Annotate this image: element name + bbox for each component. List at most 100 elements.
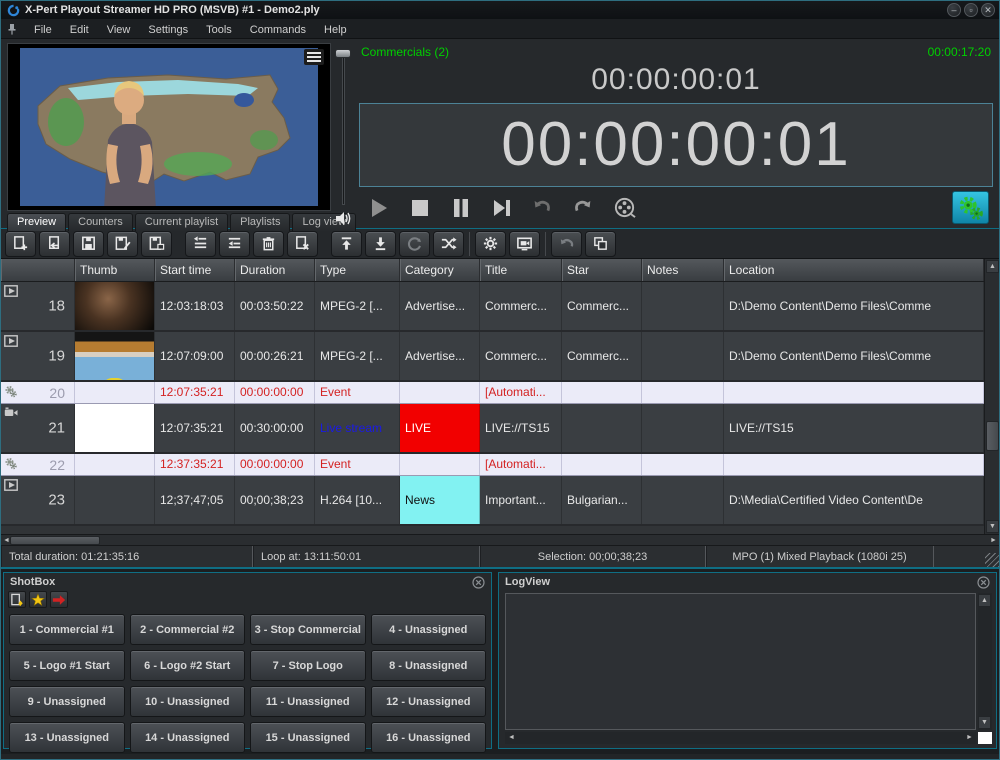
col-title[interactable]: Title [480, 259, 562, 281]
remove-item-button[interactable] [287, 231, 318, 257]
save-playlist-copy-button[interactable] [141, 231, 172, 257]
resize-grip[interactable] [985, 553, 999, 567]
log-scroll-right-icon[interactable]: ► [965, 733, 974, 742]
star-icon[interactable] [29, 591, 47, 608]
col-thumb[interactable]: Thumb [75, 259, 155, 281]
log-output[interactable] [505, 593, 976, 730]
loop-button[interactable] [399, 231, 430, 257]
tab-playlists[interactable]: Playlists [230, 213, 290, 231]
volume-slider-track[interactable] [342, 55, 345, 205]
log-scroll-left-icon[interactable]: ◄ [507, 733, 516, 742]
playlist-row[interactable]: 1812:03:18:0300:03:50:22MPEG-2 [...Adver… [1, 282, 984, 332]
menu-item-settings[interactable]: Settings [139, 22, 197, 38]
menu-item-help[interactable]: Help [315, 22, 356, 38]
new-playlist-button[interactable] [5, 231, 36, 257]
logview-close-icon[interactable] [977, 576, 990, 589]
shotbox-button-5[interactable]: 5 - Logo #1 Start [9, 650, 125, 681]
col-category[interactable]: Category [400, 259, 480, 281]
close-button[interactable]: ✕ [981, 3, 995, 17]
shotbox-button-11[interactable]: 11 - Unassigned [250, 686, 366, 717]
open-playlist-button[interactable] [39, 231, 70, 257]
insert-top-button[interactable] [185, 231, 216, 257]
shotbox-button-16[interactable]: 16 - Unassigned [371, 722, 487, 753]
shotbox-button-1[interactable]: 1 - Commercial #1 [9, 614, 125, 645]
undo-button[interactable] [551, 231, 582, 257]
move-down-button[interactable] [365, 231, 396, 257]
horizontal-scrollbar[interactable]: ◄ ► [1, 534, 999, 546]
save-playlist-as-button[interactable] [107, 231, 138, 257]
col-notes[interactable]: Notes [642, 259, 724, 281]
redo-icon[interactable] [572, 196, 596, 220]
playlist-row[interactable]: 1912:07:09:0000:00:26:21MPEG-2 [...Adver… [1, 332, 984, 382]
scroll-up-icon[interactable]: ▲ [986, 260, 999, 273]
tab-counters[interactable]: Counters [68, 213, 133, 231]
speaker-icon[interactable] [335, 211, 352, 226]
cell-duration: 00:00:00:00 [235, 382, 315, 403]
shotbox-button-7[interactable]: 7 - Stop Logo [250, 650, 366, 681]
minimize-button[interactable]: – [947, 3, 961, 17]
col-type[interactable]: Type [315, 259, 400, 281]
playlist-row[interactable]: 2212:37:35:2100:00:00:00Event[Automati..… [1, 454, 984, 476]
tab-current-playlist[interactable]: Current playlist [135, 213, 228, 231]
shotbox-button-8[interactable]: 8 - Unassigned [371, 650, 487, 681]
shotbox-button-14[interactable]: 14 - Unassigned [130, 722, 246, 753]
col-star[interactable]: Star [562, 259, 642, 281]
stop-icon[interactable] [408, 196, 432, 220]
skip-next-icon[interactable] [490, 196, 514, 220]
col-rowicon[interactable] [1, 259, 75, 281]
vertical-scroll-thumb[interactable] [986, 421, 999, 451]
arrow-icon[interactable] [50, 591, 68, 608]
cell-start-time: 12:07:35:21 [155, 382, 235, 403]
menu-item-view[interactable]: View [98, 22, 140, 38]
scroll-down-icon[interactable]: ▼ [986, 520, 999, 533]
shuffle-button[interactable] [433, 231, 464, 257]
assign-icon[interactable] [8, 591, 26, 608]
shotbox-button-2[interactable]: 2 - Commercial #2 [130, 614, 246, 645]
menu-item-edit[interactable]: Edit [61, 22, 98, 38]
pin-icon[interactable] [7, 23, 17, 35]
playlist-row[interactable]: 2312;37;47;0500;00;38;23H.264 [10...News… [1, 476, 984, 526]
playlist-row[interactable]: 2112:07:35:2100:30:00:00Live streamLIVEL… [1, 404, 984, 454]
scroll-right-icon[interactable]: ► [989, 536, 998, 545]
capture-button[interactable] [509, 231, 540, 257]
pause-icon[interactable] [449, 196, 473, 220]
playlist-row[interactable]: 2012:07:35:2100:00:00:00Event[Automati..… [1, 382, 984, 404]
cell-type: MPEG-2 [... [315, 332, 400, 380]
col-start-time[interactable]: Start time [155, 259, 235, 281]
log-horizontal-scrollbar[interactable]: ◄ ► [505, 732, 976, 744]
log-scroll-up-icon[interactable]: ▲ [978, 594, 991, 607]
col-duration[interactable]: Duration [235, 259, 315, 281]
horizontal-scroll-thumb[interactable] [10, 536, 100, 545]
shotbox-button-3[interactable]: 3 - Stop Commercial [250, 614, 366, 645]
menu-item-file[interactable]: File [25, 22, 61, 38]
move-up-button[interactable] [331, 231, 362, 257]
undo-icon[interactable] [531, 196, 555, 220]
shotbox-button-10[interactable]: 10 - Unassigned [130, 686, 246, 717]
play-icon[interactable] [367, 196, 391, 220]
tab-preview[interactable]: Preview [7, 213, 66, 231]
shotbox-button-4[interactable]: 4 - Unassigned [371, 614, 487, 645]
shotbox-close-icon[interactable] [472, 576, 485, 589]
save-playlist-button[interactable] [73, 231, 104, 257]
media-icon[interactable] [613, 196, 637, 220]
cue-gears-button[interactable] [952, 191, 989, 224]
menu-item-commands[interactable]: Commands [241, 22, 315, 38]
shotbox-button-6[interactable]: 6 - Logo #2 Start [130, 650, 246, 681]
col-location[interactable]: Location [724, 259, 984, 281]
log-scroll-down-icon[interactable]: ▼ [978, 716, 991, 729]
insert-item-button[interactable] [219, 231, 250, 257]
delete-item-button[interactable] [253, 231, 284, 257]
cell-category: Advertise... [400, 282, 480, 330]
maximize-button[interactable]: ▫ [964, 3, 978, 17]
preview-menu-icon[interactable] [304, 49, 324, 65]
vertical-scrollbar[interactable]: ▲ ▼ [984, 259, 999, 534]
log-vertical-scrollbar[interactable]: ▲ ▼ [978, 593, 992, 730]
shotbox-button-9[interactable]: 9 - Unassigned [9, 686, 125, 717]
menu-item-tools[interactable]: Tools [197, 22, 241, 38]
shotbox-button-13[interactable]: 13 - Unassigned [9, 722, 125, 753]
shotbox-button-12[interactable]: 12 - Unassigned [371, 686, 487, 717]
duplicate-button[interactable] [585, 231, 616, 257]
volume-slider-handle[interactable] [335, 49, 351, 58]
settings-button[interactable] [475, 231, 506, 257]
shotbox-button-15[interactable]: 15 - Unassigned [250, 722, 366, 753]
